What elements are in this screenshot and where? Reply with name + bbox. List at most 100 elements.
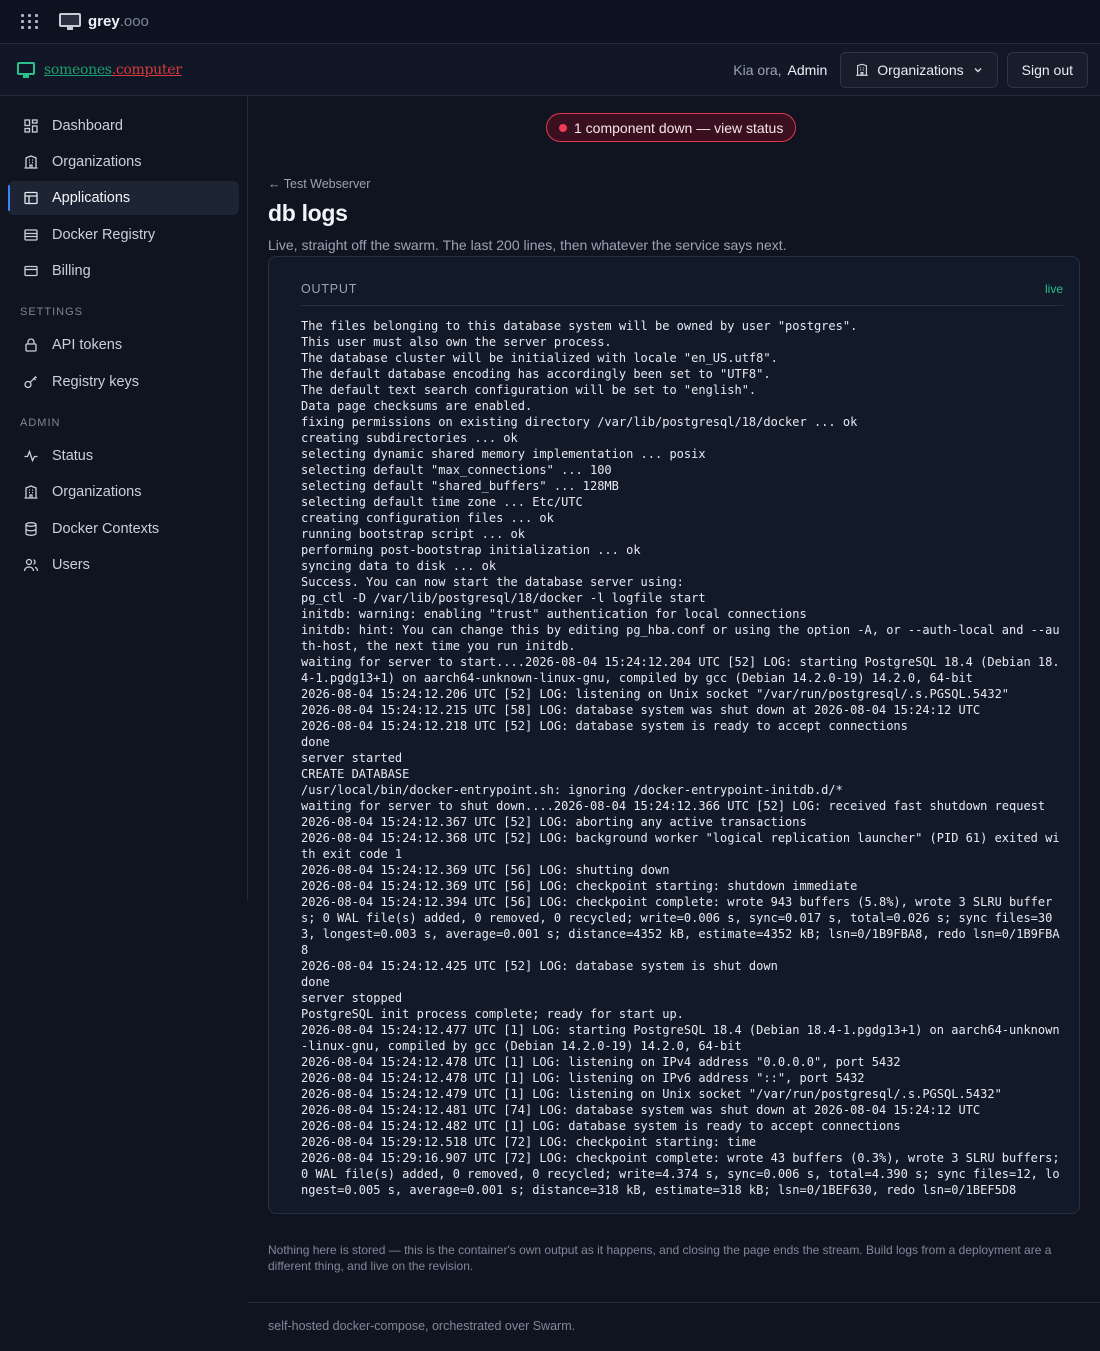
admin-section-label: ADMIN <box>20 417 61 429</box>
log-line: /usr/local/bin/docker-entrypoint.sh: ign… <box>301 783 843 797</box>
log-line: 2026-08-04 15:24:12.425 UTC [52] LOG: da… <box>301 959 778 973</box>
log-line: Data page checksums are enabled. <box>301 399 533 413</box>
log-line: done <box>301 975 330 989</box>
brand-name[interactable]: grey.ooo <box>88 13 149 30</box>
alert-dot-icon <box>559 124 567 132</box>
database-icon <box>25 522 37 536</box>
logo-part-two: .computer <box>111 61 182 78</box>
log-output-header: OUTPUT live <box>301 282 1063 306</box>
registry-icon <box>24 229 38 241</box>
sign-out-button[interactable]: Sign out <box>1006 51 1088 88</box>
log-line: running bootstrap script ... ok <box>301 527 525 541</box>
breadcrumb-back-link[interactable]: ← Test Webserver <box>268 177 370 191</box>
card-icon <box>24 265 38 277</box>
log-line: selecting default "max_connections" ... … <box>301 463 612 477</box>
log-line: 2026-08-04 15:24:12.369 UTC [56] LOG: sh… <box>301 863 670 877</box>
sidebar-item-admin-organizations[interactable]: Organizations <box>8 475 239 509</box>
log-line: 2026-08-04 15:29:12.518 UTC [72] LOG: ch… <box>301 1135 757 1149</box>
app-logo[interactable]: someones.computer <box>44 62 182 78</box>
terminal-logo-icon <box>17 61 35 78</box>
log-line: 2026-08-04 15:24:12.367 UTC [52] LOG: ab… <box>301 815 807 829</box>
log-line: The database cluster will be initialized… <box>301 351 778 365</box>
activity-icon <box>24 449 38 463</box>
sidebar-item-label: Users <box>52 557 90 573</box>
log-line: selecting default time zone ... Etc/UTC <box>301 495 583 509</box>
sidebar-item-label: Dashboard <box>52 118 123 134</box>
sidebar-item-label: Docker Contexts <box>52 521 160 537</box>
sidebar-item-status[interactable]: Status <box>8 439 239 473</box>
log-line: 2026-08-04 15:24:12.481 UTC [74] LOG: da… <box>301 1103 981 1117</box>
sidebar-item-organizations[interactable]: Organizations <box>8 145 239 179</box>
log-output-body[interactable]: The files belonging to this database sys… <box>301 318 1063 1198</box>
app-header: someones.computer Kia ora, Admin Organiz… <box>0 44 1100 96</box>
log-line: This user must also own the server proce… <box>301 335 612 349</box>
log-line: 2026-08-04 15:24:12.478 UTC [1] LOG: lis… <box>301 1055 901 1069</box>
log-line: 2026-08-04 15:24:12.394 UTC [56] LOG: ch… <box>301 895 1060 957</box>
page-subtitle: Live, straight off the swarm. The last 2… <box>268 237 787 253</box>
sidebar-item-docker-contexts[interactable]: Docker Contexts <box>8 512 239 546</box>
brand-name-text: grey <box>88 13 120 30</box>
sidebar-item-label: API tokens <box>52 337 123 353</box>
log-line: creating subdirectories ... ok <box>301 431 518 445</box>
log-line: done <box>301 735 330 749</box>
chevron-down-icon <box>974 67 982 72</box>
live-indicator: live <box>1044 282 1063 296</box>
building-icon <box>24 155 38 169</box>
grid-menu-icon[interactable] <box>20 12 40 32</box>
log-line: initdb: hint: You can change this by edi… <box>301 623 1060 653</box>
footer-text: self-hosted docker-compose, orchestrated… <box>268 1319 576 1333</box>
status-alert-banner[interactable]: 1 component down — view status <box>546 113 797 142</box>
greeting-text: Kia ora, <box>733 61 782 78</box>
sidebar-item-registry-keys[interactable]: Registry keys <box>8 365 239 399</box>
sidebar-item-users[interactable]: Users <box>8 548 239 582</box>
log-line: 2026-08-04 15:24:12.368 UTC [52] LOG: ba… <box>301 831 1060 861</box>
log-line: The files belonging to this database sys… <box>301 319 858 333</box>
sidebar-item-docker-registry[interactable]: Docker Registry <box>8 218 239 252</box>
sidebar-item-label: Docker Registry <box>52 227 156 243</box>
log-line: 2026-08-04 15:24:12.206 UTC [52] LOG: li… <box>301 687 1010 701</box>
footer-divider <box>248 1302 1100 1303</box>
building-icon <box>856 63 868 76</box>
settings-section-label: SETTINGS <box>20 306 84 318</box>
log-line: The default database encoding has accord… <box>301 367 771 381</box>
log-line: 2026-08-04 15:24:12.218 UTC [52] LOG: da… <box>301 719 908 733</box>
key-icon <box>24 376 37 389</box>
top-bar: grey.ooo <box>0 0 1100 44</box>
organizations-dropdown-button[interactable]: Organizations <box>840 51 998 88</box>
log-line: selecting dynamic shared memory implemen… <box>301 447 706 461</box>
dashboard-icon <box>24 119 38 133</box>
building-icon <box>24 485 38 499</box>
sidebar-item-label: Organizations <box>52 154 142 170</box>
log-line: PostgreSQL init process complete; ready … <box>301 1007 684 1021</box>
user-name: Admin <box>787 61 828 78</box>
log-line: initdb: warning: enabling "trust" authen… <box>301 607 807 621</box>
log-line: server started <box>301 751 403 765</box>
stream-note: Nothing here is stored — this is the con… <box>268 1243 1052 1273</box>
log-line: 2026-08-04 15:24:12.369 UTC [56] LOG: ch… <box>301 879 858 893</box>
log-line: Success. You can now start the database … <box>301 575 684 589</box>
sidebar-item-billing[interactable]: Billing <box>8 254 239 288</box>
organizations-label: Organizations <box>877 61 964 78</box>
log-line: 2026-08-04 15:24:12.478 UTC [1] LOG: lis… <box>301 1071 865 1085</box>
log-line: selecting default "shared_buffers" ... 1… <box>301 479 619 493</box>
users-icon <box>23 558 39 572</box>
log-line: waiting for server to shut down....2026-… <box>301 799 1046 813</box>
sidebar-item-label: Billing <box>52 263 91 279</box>
log-line: fixing permissions on existing directory… <box>301 415 858 429</box>
log-line: 2026-08-04 15:29:16.907 UTC [72] LOG: ch… <box>301 1151 1067 1197</box>
status-alert-text: 1 component down — view status <box>574 119 784 136</box>
log-line: waiting for server to start....2026-08-0… <box>301 655 1060 685</box>
page-title: db logs <box>268 200 348 226</box>
log-line: 2026-08-04 15:24:12.477 UTC [1] LOG: sta… <box>301 1023 1060 1053</box>
sidebar-item-dashboard[interactable]: Dashboard <box>8 109 239 143</box>
sidebar-item-api-tokens[interactable]: API tokens <box>8 328 239 362</box>
log-line: server stopped <box>301 991 403 1005</box>
sidebar-item-applications[interactable]: Applications <box>8 181 239 215</box>
sidebar-item-label: Organizations <box>52 484 142 500</box>
sidebar-item-label: Registry keys <box>52 374 140 390</box>
output-label: OUTPUT <box>301 282 358 296</box>
log-line: 2026-08-04 15:24:12.479 UTC [1] LOG: lis… <box>301 1087 1002 1101</box>
sidebar-item-label: Applications <box>52 190 131 206</box>
log-line: 2026-08-04 15:24:12.215 UTC [58] LOG: da… <box>301 703 981 717</box>
log-line: syncing data to disk ... ok <box>301 559 497 573</box>
